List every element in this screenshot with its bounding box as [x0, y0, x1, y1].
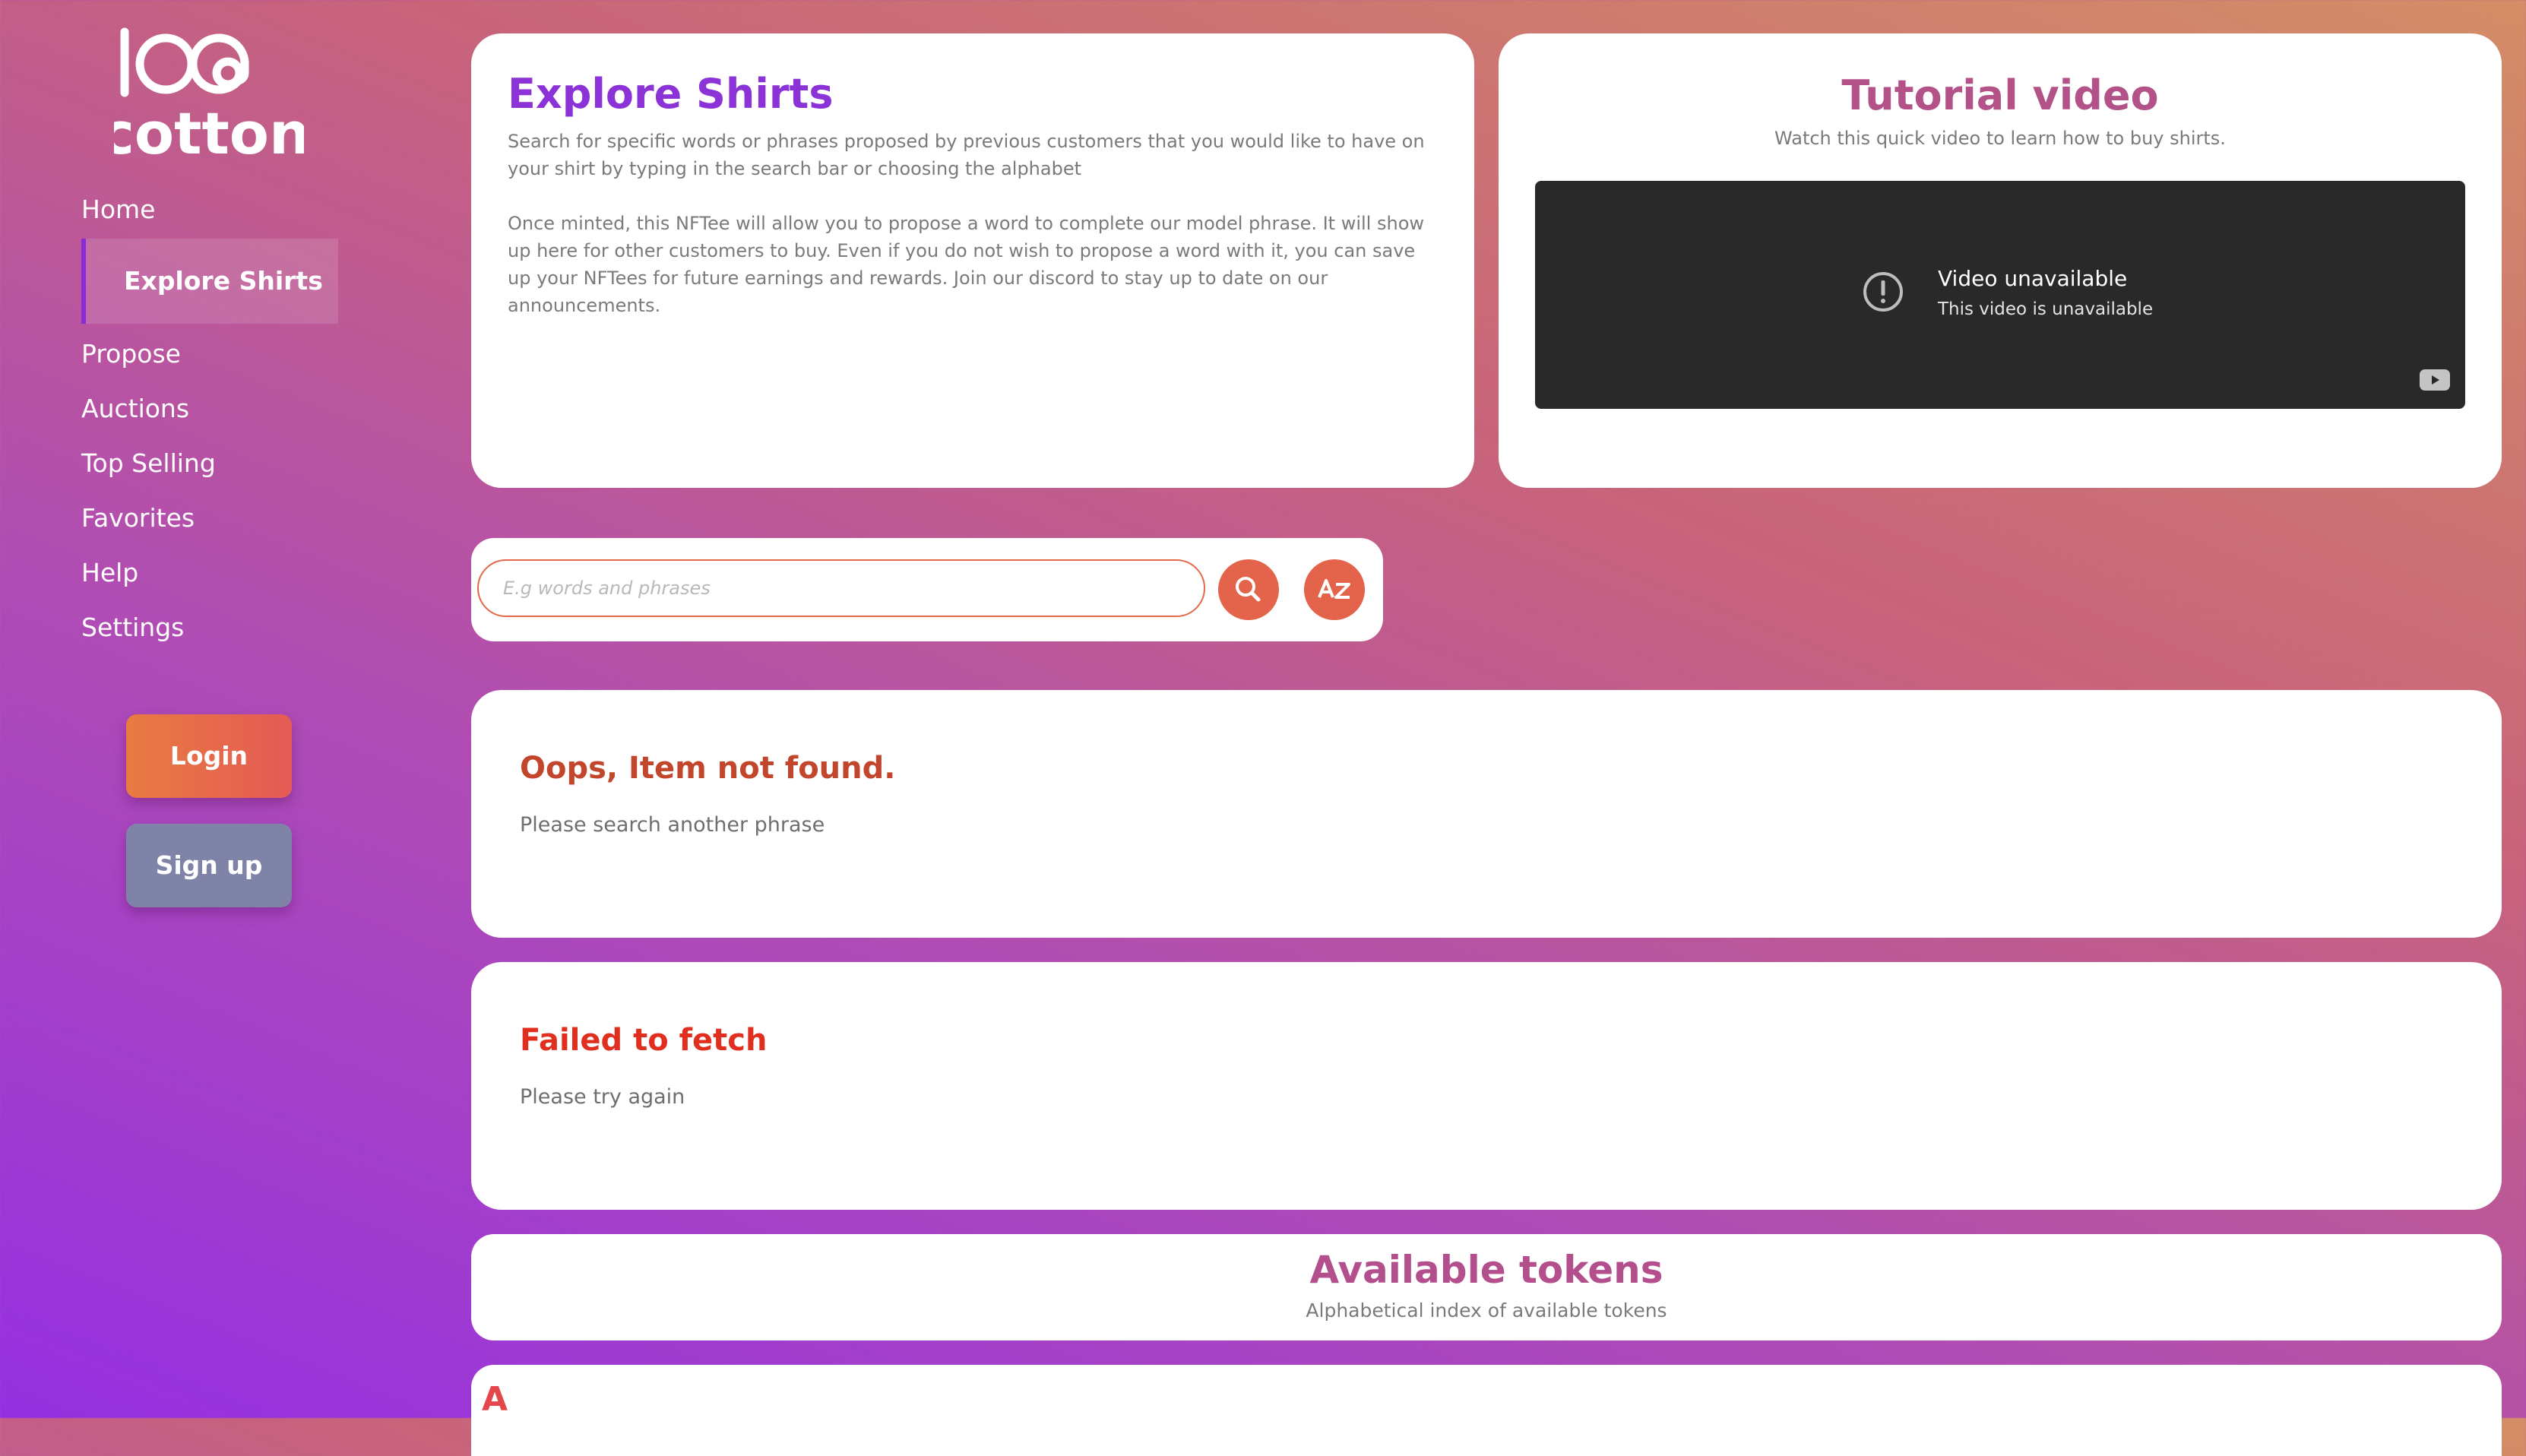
- logo-text: cotton: [114, 100, 304, 160]
- not-found-text: Please search another phrase: [520, 813, 825, 837]
- search-card: [471, 538, 1383, 641]
- sidebar-item-auctions[interactable]: Auctions: [81, 381, 400, 436]
- sidebar-item-favorites[interactable]: Favorites: [81, 491, 400, 546]
- not-found-card: Oops, Item not found. Please search anot…: [471, 690, 2502, 938]
- login-button[interactable]: Login: [126, 714, 292, 798]
- fetch-error-card: Failed to fetch Please try again: [471, 962, 2502, 1210]
- sidebar-item-help[interactable]: Help: [81, 546, 400, 600]
- player-message: Video unavailable: [1938, 266, 2128, 291]
- alphabet-button[interactable]: [1304, 559, 1365, 620]
- video-player[interactable]: Video unavailable This video is unavaila…: [1535, 181, 2465, 409]
- not-found-title: Oops, Item not found.: [520, 751, 896, 786]
- sidebar-nav: Home Explore Shirts Propose Auctions Top…: [81, 182, 400, 655]
- fetch-error-title: Failed to fetch: [520, 1023, 768, 1058]
- cotton-logo-icon: cotton: [100, 27, 310, 167]
- sidebar-item-settings[interactable]: Settings: [81, 600, 400, 655]
- alphabet-sort-icon: [1318, 579, 1350, 599]
- sidebar-item-top-selling[interactable]: Top Selling: [81, 436, 400, 491]
- fetch-error-text: Please try again: [520, 1085, 685, 1109]
- tokens-card: Available tokens Alphabetical index of a…: [471, 1234, 2502, 1340]
- sidebar: cotton Home Explore Shirts Propose Aucti…: [0, 0, 426, 1418]
- explore-nftee-info: Once minted, this NFTee will allow you t…: [508, 213, 1424, 316]
- search-input[interactable]: [477, 559, 1205, 617]
- search-button[interactable]: [1218, 559, 1279, 620]
- token-letter-section: A: [471, 1365, 2502, 1456]
- sidebar-item-explore-shirts[interactable]: Explore Shirts: [81, 239, 338, 324]
- tutorial-subtitle: Watch this quick video to learn how to b…: [1774, 128, 2226, 149]
- signup-button[interactable]: Sign up: [126, 824, 292, 907]
- sidebar-item-home[interactable]: Home: [81, 182, 400, 237]
- search-icon: [1236, 577, 1261, 602]
- tutorial-title: Tutorial video: [1841, 71, 2159, 119]
- tutorial-card: Tutorial video Watch this quick video to…: [1499, 33, 2502, 488]
- page-title: Explore Shirts: [508, 70, 834, 118]
- tokens-title: Available tokens: [1309, 1248, 1663, 1292]
- alert-icon: [1863, 272, 1903, 312]
- brand-logo[interactable]: cotton: [100, 23, 310, 167]
- tokens-subtitle: Alphabetical index of available tokens: [1306, 1299, 1667, 1321]
- explore-description: Search for specific words or phrases pro…: [508, 131, 1425, 179]
- sidebar-item-propose[interactable]: Propose: [81, 327, 400, 381]
- explore-card: Explore Shirts Search for specific words…: [471, 33, 1474, 488]
- player-detail: This video is unavailable: [1938, 299, 2154, 319]
- letter-heading: A: [482, 1380, 508, 1419]
- youtube-icon[interactable]: [2420, 369, 2450, 391]
